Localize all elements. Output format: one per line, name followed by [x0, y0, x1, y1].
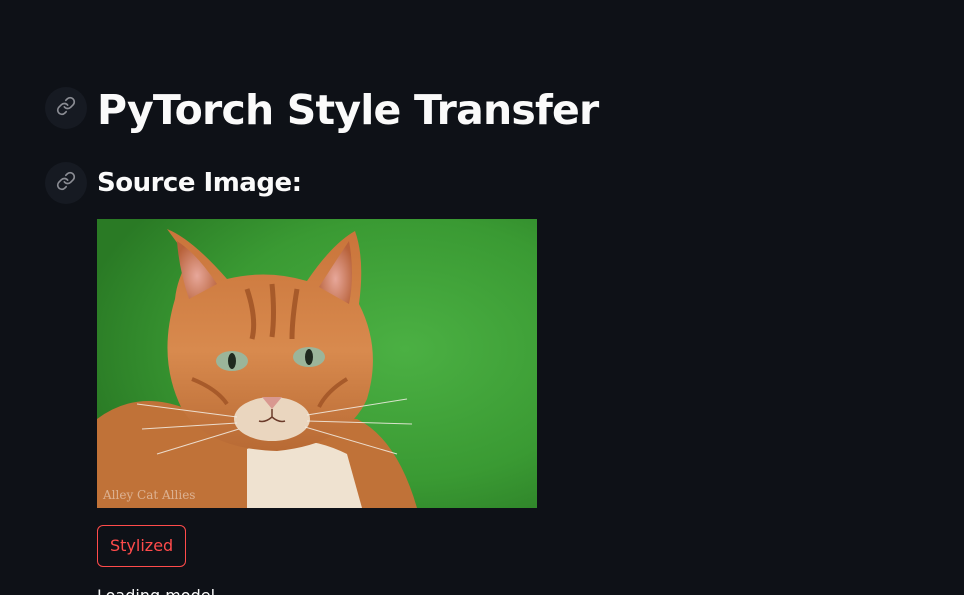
link-icon	[56, 171, 76, 195]
stylized-button[interactable]: Stylized	[97, 525, 187, 567]
source-heading-anchor-link[interactable]	[45, 162, 87, 204]
link-icon	[56, 96, 76, 120]
source-image: Alley Cat Allies	[97, 219, 537, 508]
image-watermark: Alley Cat Allies	[103, 488, 196, 502]
source-image-heading: Source Image:	[97, 168, 302, 198]
status-text: Loading model...	[97, 584, 230, 595]
title-anchor-link[interactable]	[45, 87, 87, 129]
app-page: PyTorch Style Transfer Source Image: All…	[0, 0, 964, 595]
page-title: PyTorch Style Transfer	[97, 86, 599, 134]
